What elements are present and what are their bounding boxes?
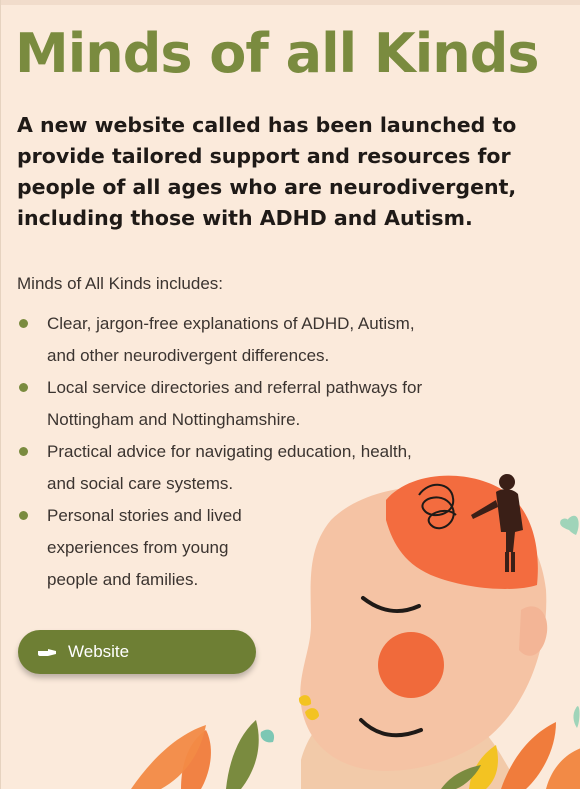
bullet-icon	[19, 319, 28, 328]
pointing-hand-icon	[36, 644, 58, 660]
bullet-icon	[19, 511, 28, 520]
website-button[interactable]: Website	[18, 630, 256, 674]
bullet-icon	[19, 383, 28, 392]
list-item-line: Practical advice for navigating educatio…	[47, 442, 412, 461]
list-item-line: Local service directories and referral p…	[47, 378, 423, 397]
list-item-line: experiences from young	[47, 538, 229, 557]
top-border	[1, 0, 580, 5]
page-title: Minds of all Kinds	[15, 22, 540, 85]
list-item-line: people and families.	[47, 570, 199, 589]
list-item-line: and social care systems.	[47, 474, 234, 493]
list-item-line: Clear, jargon-free explanations of ADHD,…	[47, 314, 415, 333]
list-item-line: Nottingham and Nottinghamshire.	[47, 410, 301, 429]
list-item: Local service directories and referral p…	[17, 372, 537, 436]
bullet-icon	[19, 447, 28, 456]
features-list: Clear, jargon-free explanations of ADHD,…	[17, 308, 537, 596]
list-item: Clear, jargon-free explanations of ADHD,…	[17, 308, 537, 372]
list-item: Personal stories and lived experiences f…	[17, 500, 537, 596]
includes-heading: Minds of All Kinds includes:	[17, 274, 223, 293]
website-button-label: Website	[68, 642, 130, 661]
list-item-line: Personal stories and lived	[47, 506, 242, 525]
list-item: Practical advice for navigating educatio…	[17, 436, 537, 500]
info-card: Minds of all Kinds A new website called …	[0, 0, 580, 789]
list-item-line: and other neurodivergent differences.	[47, 346, 330, 365]
intro-paragraph: A new website called has been launched t…	[17, 113, 517, 230]
